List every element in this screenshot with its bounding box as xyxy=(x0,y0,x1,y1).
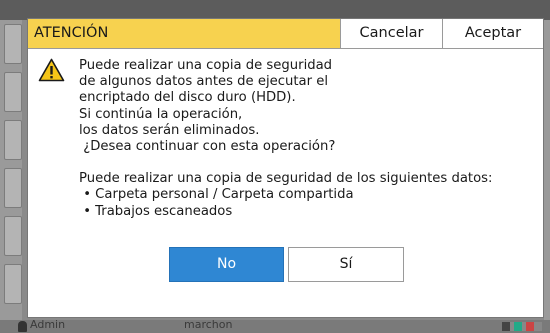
background-side-button xyxy=(4,24,22,64)
user-icon xyxy=(18,321,27,332)
message-line: de algunos datos antes de ejecutar el xyxy=(79,74,328,90)
backup-line: Puede realizar una copia de seguridad de… xyxy=(79,171,493,187)
message-line: Puede realizar una copia de seguridad xyxy=(79,58,333,73)
background-side-button xyxy=(4,168,22,208)
confirm-dialog: ATENCIÓN Cancelar Aceptar Puede realizar… xyxy=(27,18,544,318)
status-bar: Admin marchon xyxy=(0,318,550,333)
message-line: los datos serán eliminados. xyxy=(79,122,260,138)
background-side-button xyxy=(4,72,22,112)
accept-button[interactable]: Aceptar xyxy=(443,19,543,48)
background-top-bar xyxy=(0,0,550,20)
warning-icon xyxy=(38,58,65,82)
status-user: Admin xyxy=(30,318,66,331)
background-side-button xyxy=(4,120,22,160)
dialog-message: Puede realizar una copia de seguridad de… xyxy=(79,58,539,220)
yes-button[interactable]: Sí xyxy=(288,247,404,282)
background-side-button xyxy=(4,264,22,304)
status-machine: marchon xyxy=(184,318,233,331)
message-line: ¿Desea continuar con esta operación? xyxy=(79,139,336,155)
message-line: encriptado del disco duro (HDD). xyxy=(79,90,296,106)
background-right-panel xyxy=(544,20,550,320)
dialog-header: ATENCIÓN Cancelar Aceptar xyxy=(28,19,543,49)
backup-item: • Carpeta personal / Carpeta compartida xyxy=(79,187,354,203)
background-side-panel xyxy=(0,20,22,320)
message-line: Si continúa la operación, xyxy=(79,106,243,122)
no-button[interactable]: No xyxy=(169,247,284,282)
cancel-button[interactable]: Cancelar xyxy=(341,19,443,48)
status-icons xyxy=(502,322,542,331)
dialog-title: ATENCIÓN xyxy=(28,19,341,48)
background-side-button xyxy=(4,216,22,256)
backup-item: • Trabajos escaneados xyxy=(79,203,233,219)
